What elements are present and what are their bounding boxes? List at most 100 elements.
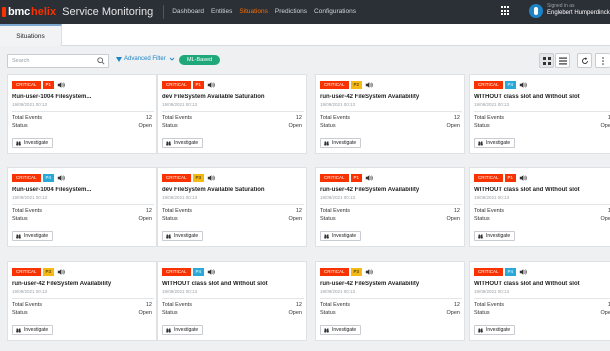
card-badges: CRITICAL P4 [12,174,65,182]
top-navigation-bar: bmc helix Service Monitoring Dashboard E… [0,0,610,24]
speaker-icon [519,269,527,275]
tab-situations[interactable]: Situations [0,24,62,46]
card-divider [320,204,462,205]
investigate-button[interactable]: Investigate [474,138,516,148]
situation-title[interactable]: Run-user-1004 Filesystem... [12,187,152,193]
app-launcher-icon[interactable] [501,6,511,16]
speaker-icon [519,82,527,88]
binoculars-icon [324,328,329,333]
total-events-value: 12 [145,208,152,214]
investigate-button[interactable]: Investigate [320,325,362,335]
situation-date: 19/09/2021 00:13 [320,289,356,294]
status-label: Status [162,310,178,316]
priority-badge: P1 [504,174,517,182]
investigate-label: Investigate [486,233,511,239]
situation-date: 19/09/2021 00:13 [12,195,48,200]
priority-badge: P1 [192,81,205,89]
nav-predictions[interactable]: Predictions [275,0,307,24]
binoculars-icon [478,141,483,146]
situation-card[interactable]: CRITICAL P4 Run-user-1004 Filesystem... … [7,167,157,247]
situation-date: 19/09/2021 00:13 [474,289,510,294]
advanced-filter-button[interactable]: Advanced Filter [116,56,175,62]
situation-title[interactable]: dev FileSystem Available Saturation [162,94,302,100]
severity-badge: CRITICAL [12,174,41,182]
investigate-button[interactable]: Investigate [12,325,54,335]
investigate-button[interactable]: Investigate [474,325,516,335]
brand-logo[interactable]: bmc helix [0,0,56,24]
situation-title[interactable]: run-user-42 FileSystem Availability [320,281,460,287]
situation-card[interactable]: CRITICAL P1 Run-user-1004 Filesystem... … [7,74,157,154]
investigate-button[interactable]: Investigate [320,231,362,241]
search-icon[interactable] [97,57,105,65]
ml-based-toggle[interactable]: ML-Based [179,55,221,65]
investigate-label: Investigate [486,327,511,333]
investigate-button[interactable]: Investigate [320,138,362,148]
situation-title[interactable]: run-user-42 FileSystem Availability [320,94,460,100]
situation-title[interactable]: WITHOUT class slot and Without slot [162,281,302,287]
refresh-button[interactable] [577,53,592,68]
card-divider [12,204,154,205]
binoculars-icon [324,234,329,239]
situation-card[interactable]: CRITICAL P1 run-user-42 FileSystem Avail… [315,167,465,247]
binoculars-icon [166,234,171,239]
status-value: Open [600,216,610,222]
situation-card[interactable]: CRITICAL P4 WITHOUT class slot and Witho… [469,261,610,341]
priority-badge: P3 [42,268,55,276]
situation-card[interactable]: CRITICAL P1 WITHOUT class slot and Witho… [469,167,610,247]
severity-badge: CRITICAL [12,81,41,89]
status-value: Open [288,123,302,129]
situation-card[interactable]: CRITICAL P2 run-user-42 FileSystem Avail… [315,74,465,154]
situation-card[interactable]: CRITICAL P1 dev FileSystem Available Sat… [157,74,307,154]
situation-title[interactable]: run-user-42 FileSystem Availability [320,187,460,193]
total-events-label: Total Events [162,208,192,214]
severity-badge: CRITICAL [320,268,349,276]
card-badges: CRITICAL P1 [474,174,527,182]
more-options-button[interactable] [595,53,610,68]
total-events-value: 12 [453,208,460,214]
situation-date: 19/09/2021 00:13 [162,102,198,107]
priority-badge: P3 [192,174,205,182]
situation-title[interactable]: WITHOUT class slot and Without slot [474,187,610,193]
status-label: Status [474,123,490,129]
situation-title[interactable]: WITHOUT class slot and Without slot [474,94,610,100]
investigate-label: Investigate [24,233,49,239]
situation-title[interactable]: Run-user-1004 Filesystem... [12,94,152,100]
situation-card[interactable]: CRITICAL P4 WITHOUT class slot and Witho… [157,261,307,341]
investigate-label: Investigate [332,140,357,146]
nav-configurations[interactable]: Configurations [314,0,356,24]
speaker-icon [57,175,65,181]
status-label: Status [320,216,336,222]
investigate-button[interactable]: Investigate [162,231,204,241]
list-view-button[interactable] [555,53,570,68]
investigate-button[interactable]: Investigate [12,231,54,241]
tile-view-button[interactable] [539,53,554,68]
status-label: Status [12,123,28,129]
situation-title[interactable]: run-user-42 FileSystem Availability [12,281,152,287]
tab-bar: Situations [0,24,610,46]
speaker-icon [365,82,373,88]
situation-card[interactable]: CRITICAL P3 run-user-42 FileSystem Avail… [315,261,465,341]
nav-entities[interactable]: Entities [211,0,232,24]
investigate-button[interactable]: Investigate [474,231,516,241]
card-divider [162,111,304,112]
situation-date: 19/09/2021 00:13 [162,289,198,294]
avatar[interactable] [529,4,543,18]
investigate-button[interactable]: Investigate [162,325,204,335]
situation-title[interactable]: dev FileSystem Available Saturation [162,187,302,193]
situation-title[interactable]: WITHOUT class slot and Without slot [474,281,610,287]
situation-date: 19/09/2021 00:13 [320,195,356,200]
status-label: Status [12,216,28,222]
situation-card[interactable]: CRITICAL P4 WITHOUT class slot and Witho… [469,74,610,154]
nav-dashboard[interactable]: Dashboard [172,0,204,24]
status-value: Open [138,216,152,222]
situation-card[interactable]: CRITICAL P3 run-user-42 FileSystem Avail… [7,261,157,341]
investigate-button[interactable]: Investigate [162,138,204,148]
search-input[interactable]: Search [7,54,109,68]
situation-card[interactable]: CRITICAL P3 dev FileSystem Available Sat… [157,167,307,247]
investigate-button[interactable]: Investigate [12,138,54,148]
nav-situations[interactable]: Situations [239,0,268,24]
investigate-label: Investigate [332,233,357,239]
user-menu[interactable]: Signed in as Englebert Humperdinck [547,3,610,17]
more-vertical-icon [602,56,604,65]
speaker-icon [207,269,215,275]
